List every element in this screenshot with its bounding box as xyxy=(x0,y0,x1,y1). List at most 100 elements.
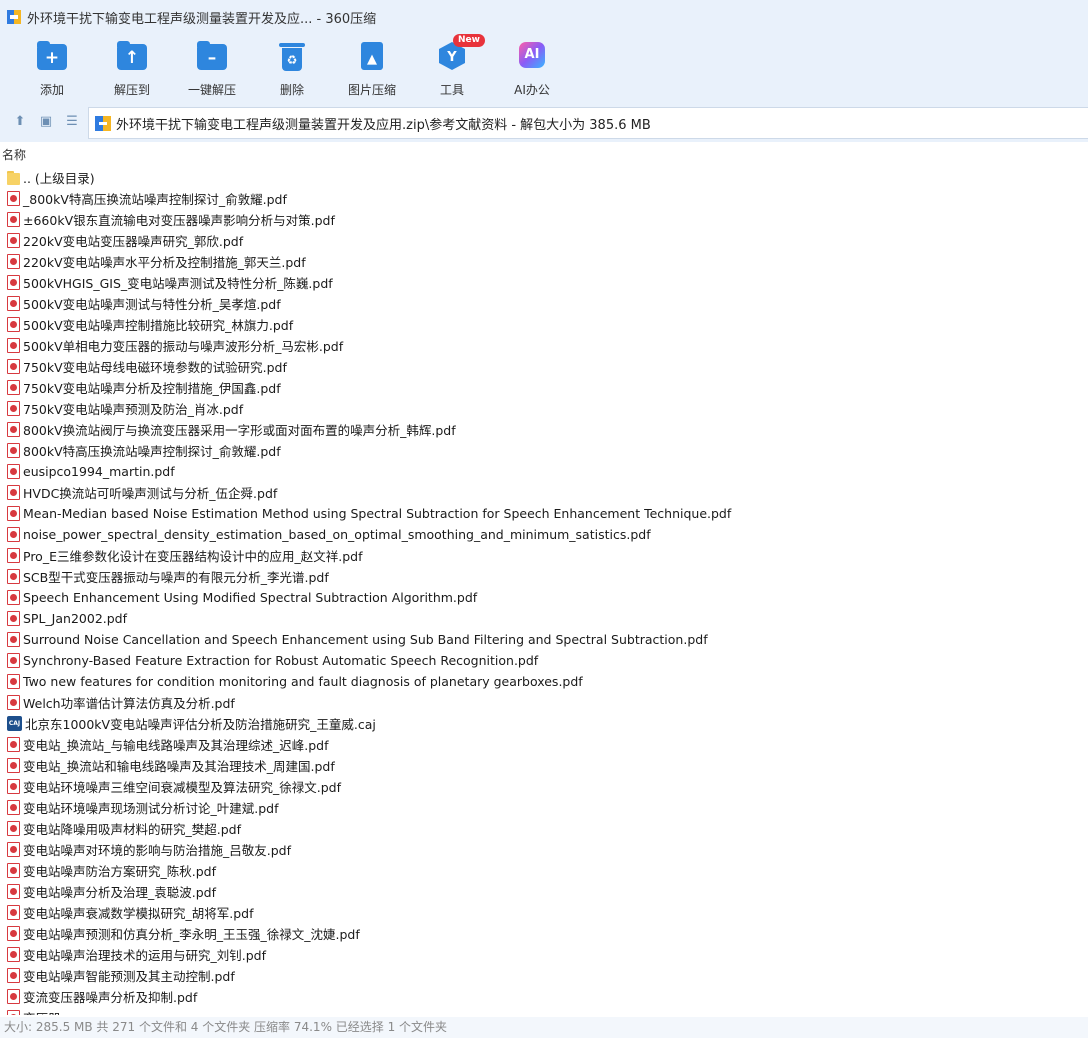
parent-directory-row[interactable]: .. (上级目录) xyxy=(0,167,1088,188)
tools-button[interactable]: Y New 工具 xyxy=(412,34,492,98)
one-click-extract-button[interactable]: – 一键解压 xyxy=(172,38,252,98)
pdf-file-icon xyxy=(7,275,20,290)
file-list[interactable]: .. (上级目录) _800kV特高压换流站噪声控制探讨_俞敦耀.pdf ±660k… xyxy=(0,167,1088,1015)
file-row[interactable]: Two new features for condition monitorin… xyxy=(0,671,1088,692)
pdf-file-icon xyxy=(7,422,20,437)
file-name: 变电站环境噪声三维空间衰减模型及算法研究_徐禄文.pdf xyxy=(23,780,341,795)
file-row[interactable]: SPL_Jan2002.pdf xyxy=(0,608,1088,629)
file-name: .. (上级目录) xyxy=(23,171,95,186)
one-click-extract-label: 一键解压 xyxy=(187,83,236,97)
file-name: noise_power_spectral_density_estimation_… xyxy=(23,527,651,542)
app-logo-icon xyxy=(7,10,21,24)
file-row[interactable]: ±660kV银东直流输电对变压器噪声影响分析与对策.pdf xyxy=(0,209,1088,230)
file-row[interactable]: 500kV变电站噪声控制措施比较研究_林旗力.pdf xyxy=(0,314,1088,335)
file-name: 220kV变电站噪声水平分析及控制措施_郭天兰.pdf xyxy=(23,255,306,270)
file-row[interactable]: 变电站噪声对环境的影响与防治措施_吕敬友.pdf xyxy=(0,839,1088,860)
file-row[interactable]: 500kVHGIS_GIS_变电站噪声测试及特性分析_陈巍.pdf xyxy=(0,272,1088,293)
file-row[interactable]: 750kV变电站噪声分析及控制措施_伊国鑫.pdf xyxy=(0,377,1088,398)
pdf-file-icon xyxy=(7,359,20,374)
file-row[interactable]: 变电站噪声分析及治理_袁聪波.pdf xyxy=(0,881,1088,902)
file-row[interactable]: 750kV变电站噪声预测及防治_肖冰.pdf xyxy=(0,398,1088,419)
file-row[interactable]: 变压器... xyxy=(0,1007,1088,1015)
file-row[interactable]: 变电站噪声智能预测及其主动控制.pdf xyxy=(0,965,1088,986)
file-row[interactable]: eusipco1994_martin.pdf xyxy=(0,461,1088,482)
pdf-file-icon xyxy=(7,254,20,269)
file-row[interactable]: 变电站_换流站_与输电线路噪声及其治理综述_迟峰.pdf xyxy=(0,734,1088,755)
add-label: 添加 xyxy=(39,83,64,97)
pdf-file-icon xyxy=(7,737,20,752)
file-row[interactable]: SCB型干式变压器振动与噪声的有限元分析_李光谱.pdf xyxy=(0,566,1088,587)
file-row[interactable]: Synchrony-Based Feature Extraction for R… xyxy=(0,650,1088,671)
file-row[interactable]: noise_power_spectral_density_estimation_… xyxy=(0,524,1088,545)
pdf-file-icon xyxy=(7,401,20,416)
file-row[interactable]: 变电站噪声衰减数学模拟研究_胡将军.pdf xyxy=(0,902,1088,923)
file-name: Mean-Median based Noise Estimation Metho… xyxy=(23,506,732,521)
file-name: 500kV单相电力变压器的振动与噪声波形分析_马宏彬.pdf xyxy=(23,339,344,354)
file-row[interactable]: Surround Noise Cancellation and Speech E… xyxy=(0,629,1088,650)
view-thumbnail-icon[interactable]: ▣ xyxy=(37,113,55,131)
file-row[interactable]: 220kV变电站噪声水平分析及控制措施_郭天兰.pdf xyxy=(0,251,1088,272)
add-button[interactable]: + 添加 xyxy=(12,38,92,98)
file-name: 变电站_换流站和输电线路噪声及其治理技术_周建国.pdf xyxy=(23,759,335,774)
pdf-file-icon xyxy=(7,653,20,668)
tools-icon: Y New xyxy=(435,34,485,72)
toolbar: + 添加 ↑ 解压到 – 一键解压 ♻ 删除 ▲ 图片压缩 Y New 工具 A… xyxy=(0,34,1088,102)
file-row[interactable]: Welch功率谱估计算法仿真及分析.pdf xyxy=(0,692,1088,713)
view-list-icon[interactable]: ☰ xyxy=(63,113,81,131)
add-folder-icon: + xyxy=(35,40,69,72)
file-name: SCB型干式变压器振动与噪声的有限元分析_李光谱.pdf xyxy=(23,570,329,585)
one-click-extract-icon: – xyxy=(195,40,229,72)
file-row[interactable]: 220kV变电站变压器噪声研究_郭欣.pdf xyxy=(0,230,1088,251)
ai-office-label: AI办公 xyxy=(514,83,550,97)
column-header-name[interactable]: 名称 xyxy=(0,145,1088,165)
file-name: Welch功率谱估计算法仿真及分析.pdf xyxy=(23,696,235,711)
file-row[interactable]: CAJ 北京东1000kV变电站噪声评估分析及防治措施研究_王童威.caj xyxy=(0,713,1088,734)
path-field[interactable]: 外环境干扰下输变电工程声级测量装置开发及应用.zip\参考文献资料 - 解包大小… xyxy=(88,107,1088,139)
file-row[interactable]: 750kV变电站母线电磁环境参数的试验研究.pdf xyxy=(0,356,1088,377)
pdf-file-icon xyxy=(7,485,20,500)
file-name: 750kV变电站母线电磁环境参数的试验研究.pdf xyxy=(23,360,287,375)
zip-archive-icon xyxy=(95,115,111,131)
pdf-file-icon xyxy=(7,989,20,1004)
image-compress-button[interactable]: ▲ 图片压缩 xyxy=(332,38,412,98)
file-row[interactable]: 800kV特高压换流站噪声控制探讨_俞敦耀.pdf xyxy=(0,440,1088,461)
ai-office-button[interactable]: AI AI办公 xyxy=(492,38,572,98)
file-row[interactable]: 变电站环境噪声现场测试分析讨论_叶建斌.pdf xyxy=(0,797,1088,818)
file-name: Two new features for condition monitorin… xyxy=(23,674,583,689)
folder-icon xyxy=(7,170,20,185)
file-row[interactable]: 变电站噪声预测和仿真分析_李永明_王玉强_徐禄文_沈婕.pdf xyxy=(0,923,1088,944)
new-badge: New xyxy=(453,34,485,47)
file-name: Speech Enhancement Using Modified Spectr… xyxy=(23,590,478,605)
extract-to-button[interactable]: ↑ 解压到 xyxy=(92,38,172,98)
file-row[interactable]: 变流变压器噪声分析及抑制.pdf xyxy=(0,986,1088,1007)
pdf-file-icon xyxy=(7,212,20,227)
file-row[interactable]: Pro_E三维参数化设计在变压器结构设计中的应用_赵文祥.pdf xyxy=(0,545,1088,566)
file-row[interactable]: 变电站噪声防治方案研究_陈秋.pdf xyxy=(0,860,1088,881)
extract-to-label: 解压到 xyxy=(113,83,150,97)
file-row[interactable]: 变电站环境噪声三维空间衰减模型及算法研究_徐禄文.pdf xyxy=(0,776,1088,797)
file-row[interactable]: 800kV换流站阀厅与换流变压器采用一字形或面对面布置的噪声分析_韩辉.pdf xyxy=(0,419,1088,440)
pdf-file-icon xyxy=(7,1010,20,1015)
file-name: 变电站噪声预测和仿真分析_李永明_王玉强_徐禄文_沈婕.pdf xyxy=(23,927,360,942)
image-compress-icon: ▲ xyxy=(355,40,389,72)
delete-label: 删除 xyxy=(279,83,304,97)
file-row[interactable]: 变电站噪声治理技术的运用与研究_刘钊.pdf xyxy=(0,944,1088,965)
file-row[interactable]: _800kV特高压换流站噪声控制探讨_俞敦耀.pdf xyxy=(0,188,1088,209)
file-row[interactable]: Mean-Median based Noise Estimation Metho… xyxy=(0,503,1088,524)
file-row[interactable]: 变电站降噪用吸声材料的研究_樊超.pdf xyxy=(0,818,1088,839)
pdf-file-icon xyxy=(7,779,20,794)
file-name: ±660kV银东直流输电对变压器噪声影响分析与对策.pdf xyxy=(23,213,335,228)
file-row[interactable]: Speech Enhancement Using Modified Spectr… xyxy=(0,587,1088,608)
image-compress-label: 图片压缩 xyxy=(347,83,396,97)
pdf-file-icon xyxy=(7,338,20,353)
pdf-file-icon xyxy=(7,443,20,458)
file-row[interactable]: HVDC换流站可听噪声测试与分析_伍企舜.pdf xyxy=(0,482,1088,503)
file-row[interactable]: 500kV变电站噪声测试与特性分析_吴孝煊.pdf xyxy=(0,293,1088,314)
delete-button[interactable]: ♻ 删除 xyxy=(252,38,332,98)
file-row[interactable]: 500kV单相电力变压器的振动与噪声波形分析_马宏彬.pdf xyxy=(0,335,1088,356)
file-name: Surround Noise Cancellation and Speech E… xyxy=(23,632,708,647)
file-name: 220kV变电站变压器噪声研究_郭欣.pdf xyxy=(23,234,244,249)
file-row[interactable]: 变电站_换流站和输电线路噪声及其治理技术_周建国.pdf xyxy=(0,755,1088,776)
pdf-file-icon xyxy=(7,758,20,773)
up-arrow-icon[interactable]: ⬆ xyxy=(11,113,29,131)
